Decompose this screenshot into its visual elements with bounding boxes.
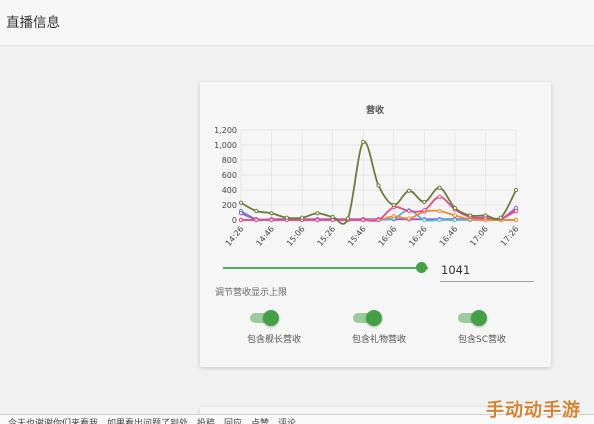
data-point (422, 217, 427, 223)
data-point (254, 217, 259, 223)
data-point (238, 200, 244, 205)
data-point (513, 187, 519, 193)
y-tick-label: 200 (222, 201, 237, 210)
data-point (437, 185, 442, 190)
watermark-logo: 手动动手游 (486, 400, 581, 421)
data-point (468, 213, 473, 218)
revenue-card: 0 200 400 600 800 1,000 1,200 14:26 14:46 15:06 15… (200, 82, 551, 367)
page-title: 直播信息 (6, 15, 60, 31)
revenue-chart: 0 200 400 600 800 1,000 1,200 14:26 14:46 15:06 15… (214, 104, 521, 248)
data-point (300, 215, 305, 220)
toggle-captain-revenue[interactable] (250, 310, 279, 326)
data-point (437, 208, 442, 214)
x-tick-label: 16:26 (407, 225, 429, 248)
y-tick-label: 0 (232, 216, 237, 225)
chart-title: 营收 (366, 104, 384, 116)
data-point (406, 188, 412, 193)
data-point (376, 183, 381, 188)
x-tick-label: 17:26 (499, 225, 521, 248)
y-tick-label: 600 (222, 171, 237, 180)
toggle-sc-revenue-label: 包含SC营收 (458, 335, 506, 345)
data-point (361, 139, 366, 145)
revenue-limit-slider[interactable] (223, 267, 428, 269)
revenue-limit-slider-thumb[interactable] (416, 262, 428, 273)
data-point (254, 208, 259, 214)
data-point (422, 199, 427, 205)
data-point (361, 217, 366, 223)
data-point (269, 217, 274, 223)
toggle-gift-revenue-label: 包含礼物营收 (351, 335, 406, 345)
x-tick-label: 17:06 (468, 225, 490, 248)
bottom-notice-text: 今天也谢谢你们来看我，如果看出问题了到处、投稿、回应、点赞、评论 (8, 419, 297, 424)
data-point (238, 211, 244, 216)
x-tick-label: 15:06 (285, 225, 307, 248)
x-tick-label: 14:26 (224, 225, 246, 248)
x-tick-label: 15:46 (346, 225, 368, 248)
y-tick-label: 1,000 (214, 141, 237, 150)
revenue-limit-input[interactable] (440, 258, 534, 282)
x-tick-label: 15:26 (315, 225, 337, 248)
toggle-knob (366, 310, 382, 326)
data-point (406, 208, 412, 214)
toggle-knob (263, 310, 279, 326)
toggle-gift-revenue[interactable] (353, 310, 382, 326)
data-point (315, 211, 320, 216)
data-point (269, 211, 274, 216)
series-line (240, 140, 517, 225)
toggle-knob (471, 310, 487, 326)
revenue-limit-caption: 调节营收显示上限 (215, 288, 288, 298)
data-point (483, 213, 488, 218)
toggle-sc-revenue[interactable] (458, 310, 487, 326)
data-point (284, 215, 289, 220)
data-point (452, 217, 457, 223)
data-point (238, 217, 244, 223)
data-point (376, 217, 381, 223)
data-point (498, 215, 503, 220)
x-tick-label: 16:06 (377, 225, 399, 248)
data-point (513, 217, 519, 223)
data-point (406, 216, 412, 221)
data-point (391, 214, 396, 219)
y-tick-label: 800 (222, 156, 237, 165)
data-point (422, 208, 427, 213)
header-bar: 直播信息 (0, 0, 594, 46)
toggle-captain-revenue-label: 包含舰长营收 (246, 335, 301, 345)
data-point (391, 202, 396, 208)
data-point (437, 194, 442, 199)
y-tick-label: 400 (222, 186, 237, 195)
x-tick-label: 14:46 (254, 225, 276, 248)
data-point (330, 214, 335, 220)
x-tick-label: 16:46 (438, 225, 460, 248)
data-point (513, 208, 519, 214)
data-point (315, 217, 320, 223)
data-point (452, 205, 457, 211)
data-point (437, 217, 442, 223)
data-point (452, 213, 457, 218)
y-tick-label: 1,200 (214, 126, 237, 135)
data-point (345, 216, 351, 221)
